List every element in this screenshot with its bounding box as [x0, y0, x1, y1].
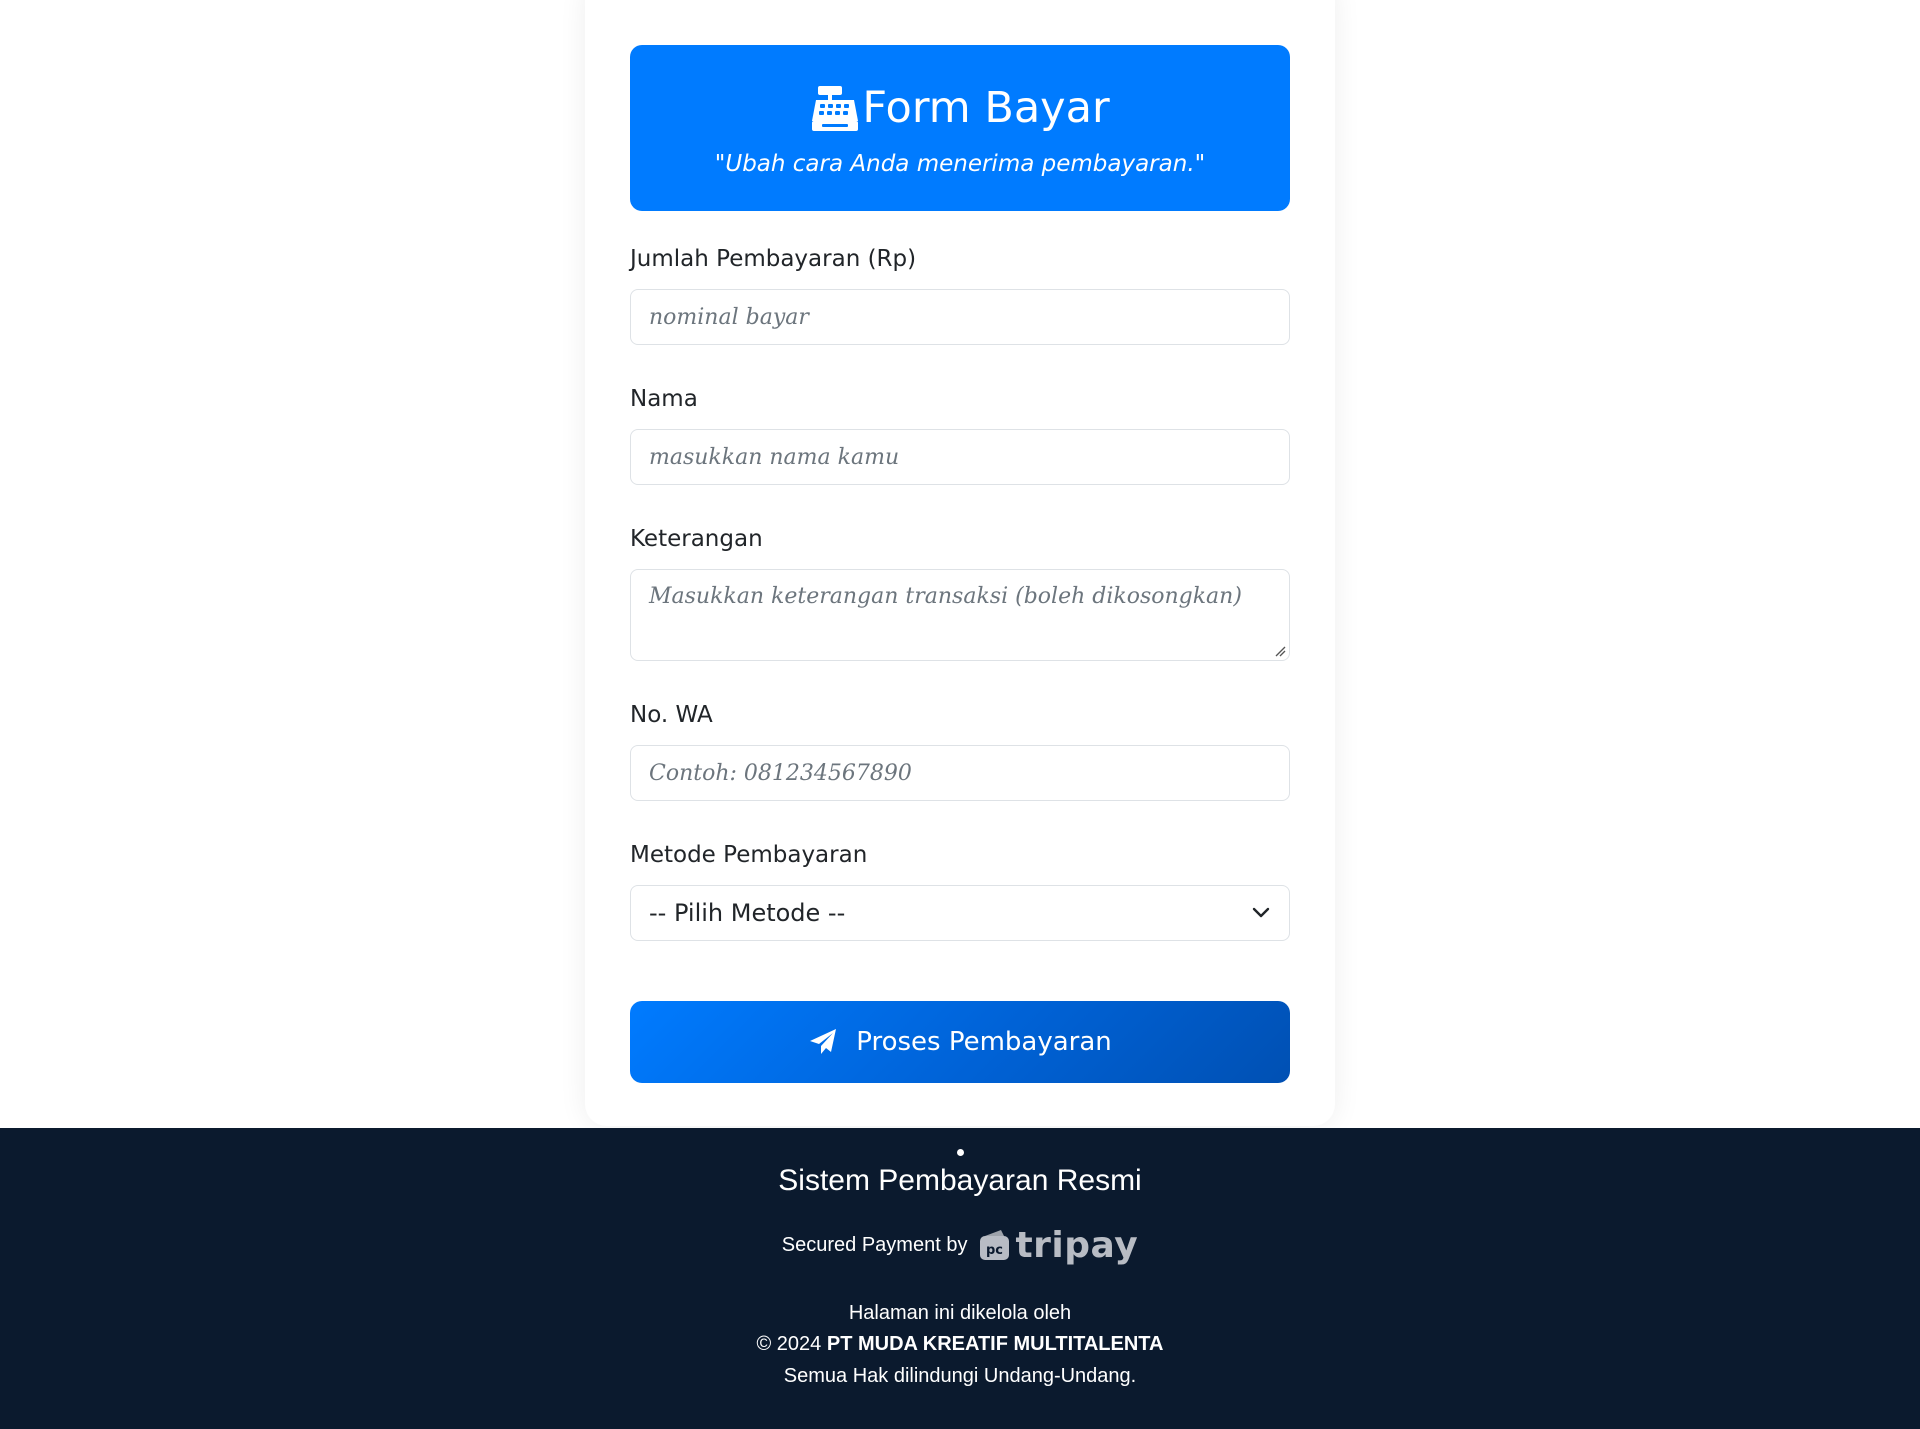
payment-method-label: Metode Pembayaran — [630, 842, 868, 868]
secured-payment-text: Secured Payment by — [781, 1233, 968, 1256]
secured-payment-row: Secured Payment by pc tripay — [0, 1223, 1920, 1267]
copyright-line: © 2024 PT MUDA KREATIF MULTITALENTA — [0, 1333, 1920, 1356]
svg-text:pc: pc — [986, 1243, 1003, 1258]
form-title: Form Bayar — [630, 77, 1290, 139]
chevron-down-icon — [1252, 907, 1270, 918]
dot-separator — [957, 1149, 964, 1156]
resize-handle-icon[interactable] — [1274, 645, 1286, 657]
amount-input[interactable]: nominal bayar — [630, 289, 1290, 345]
cash-register-icon — [812, 86, 859, 131]
tripay-wallet-icon: pc — [980, 1230, 1010, 1260]
company-name: PT MUDA KREATIF MULTITALENTA — [826, 1333, 1164, 1355]
note-placeholder: Masukkan keterangan transaksi (boleh dik… — [649, 584, 1242, 609]
note-label: Keterangan — [630, 526, 763, 552]
name-input[interactable]: masukkan nama kamu — [630, 429, 1290, 485]
managed-by-text: Halaman ini dikelola oleh — [848, 1302, 1072, 1324]
form-title-text: Form Bayar — [862, 83, 1110, 133]
process-payment-label: Proses Pembayaran — [856, 1027, 1112, 1057]
tripay-wordmark: tripay — [1015, 1224, 1139, 1266]
footer-title: Sistem Pembayaran Resmi — [778, 1164, 1142, 1197]
note-textarea[interactable]: Masukkan keterangan transaksi (boleh dik… — [630, 569, 1290, 661]
name-label: Nama — [630, 386, 698, 412]
amount-placeholder: nominal bayar — [649, 304, 809, 330]
form-tagline: "Ubah cara Anda menerima pembayaran." — [714, 151, 1206, 177]
site-footer: Sistem Pembayaran Resmi Secured Payment … — [0, 1128, 1920, 1429]
paper-plane-icon — [810, 1029, 837, 1054]
whatsapp-label: No. WA — [630, 702, 713, 728]
payment-method-value: -- Pilih Metode -- — [649, 899, 846, 927]
name-placeholder: masukkan nama kamu — [649, 444, 900, 470]
page-body: Form Bayar "Ubah cara Anda menerima pemb… — [0, 0, 1920, 1128]
form-header: Form Bayar "Ubah cara Anda menerima pemb… — [630, 45, 1290, 211]
copyright-year: © 2024 — [756, 1333, 827, 1355]
payment-method-select[interactable]: -- Pilih Metode -- — [630, 885, 1290, 941]
whatsapp-placeholder: Contoh: 081234567890 — [649, 760, 912, 786]
whatsapp-input[interactable]: Contoh: 081234567890 — [630, 745, 1290, 801]
rights-text: Semua Hak dilindungi Undang-Undang. — [783, 1365, 1137, 1387]
amount-label: Jumlah Pembayaran (Rp) — [630, 246, 917, 272]
tripay-logo[interactable]: pc tripay — [977, 1225, 1138, 1266]
process-payment-button[interactable]: Proses Pembayaran — [630, 1001, 1290, 1083]
